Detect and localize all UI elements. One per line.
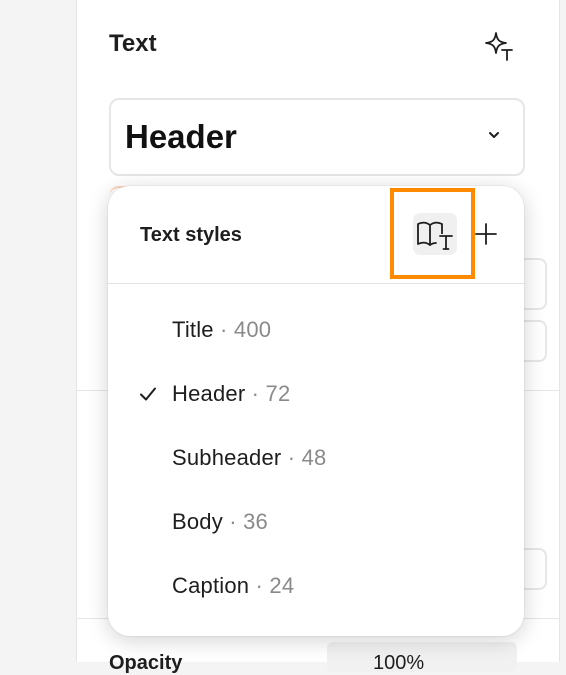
style-label: Caption · 24 [172, 573, 294, 599]
text-styles-popover: Text styles Title · 400 Header · 72 Subh… [108, 186, 524, 636]
style-item-body[interactable]: Body · 36 [108, 490, 524, 554]
ai-text-button[interactable] [481, 28, 517, 64]
font-select-value: Header [125, 118, 237, 155]
style-label: Header · 72 [172, 381, 290, 407]
style-item-header[interactable]: Header · 72 [108, 362, 524, 426]
style-item-title[interactable]: Title · 400 [108, 298, 524, 362]
style-separator: · [222, 509, 244, 534]
opacity-value: 100% [373, 652, 425, 674]
style-name: Caption [172, 573, 250, 598]
style-separator: · [281, 445, 302, 470]
style-separator: · [245, 381, 266, 406]
style-name: Subheader [172, 445, 282, 470]
text-style-library-button[interactable] [413, 213, 457, 255]
style-size: 24 [269, 573, 295, 598]
style-item-caption[interactable]: Caption · 24 [108, 554, 524, 618]
font-style-select[interactable]: Header [109, 98, 525, 176]
section-title: Text [109, 30, 157, 57]
popover-title: Text styles [140, 224, 242, 246]
plus-icon [475, 223, 497, 245]
style-label: Subheader · 48 [172, 445, 326, 471]
opacity-label: Opacity [109, 652, 183, 674]
style-name: Title [172, 317, 214, 342]
style-size: 400 [233, 317, 272, 342]
style-size: 36 [243, 509, 268, 534]
add-text-style-button[interactable] [472, 220, 500, 248]
popover-divider [108, 283, 524, 284]
style-size: 48 [301, 445, 327, 470]
opacity-field[interactable]: 100% [327, 642, 517, 674]
style-label: Title · 400 [172, 317, 271, 343]
book-text-icon [417, 221, 453, 250]
style-size: 72 [265, 381, 291, 406]
sparkle-text-icon [485, 32, 513, 61]
checkmark-icon [140, 387, 156, 401]
style-name: Body [172, 509, 223, 534]
style-label: Body · 36 [172, 509, 268, 535]
style-separator: · [213, 317, 234, 342]
style-item-subheader[interactable]: Subheader · 48 [108, 426, 524, 490]
chevron-down-icon [489, 132, 499, 138]
style-name: Header [172, 381, 246, 406]
style-separator: · [249, 573, 270, 598]
